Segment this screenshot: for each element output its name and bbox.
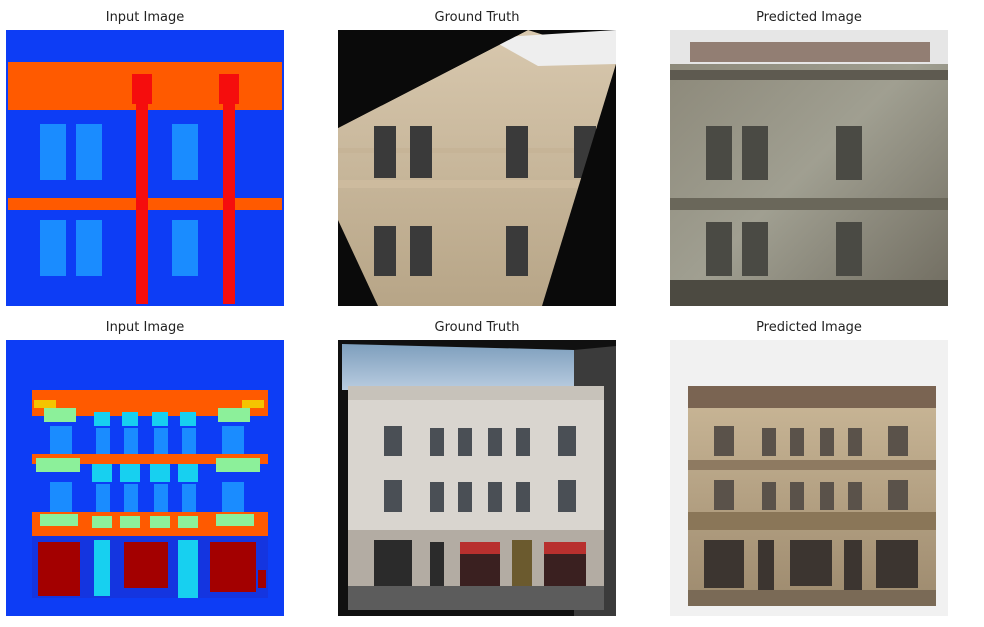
- predicted-image-2: [670, 340, 948, 616]
- panel-title-input-2: Input Image: [105, 320, 185, 335]
- panel-title-ground-truth-1: Ground Truth: [434, 10, 520, 25]
- ground-truth-image-1: [338, 30, 616, 306]
- predicted-image-1: [670, 30, 948, 306]
- input-image-2: [6, 340, 284, 616]
- input-image-1: [6, 30, 284, 306]
- panel-title-ground-truth-2: Ground Truth: [434, 320, 520, 335]
- panel-title-predicted-2: Predicted Image: [756, 320, 862, 335]
- ground-truth-image-2: [338, 340, 616, 616]
- panel-title-input-1: Input Image: [105, 10, 185, 25]
- panel-title-predicted-1: Predicted Image: [756, 10, 862, 25]
